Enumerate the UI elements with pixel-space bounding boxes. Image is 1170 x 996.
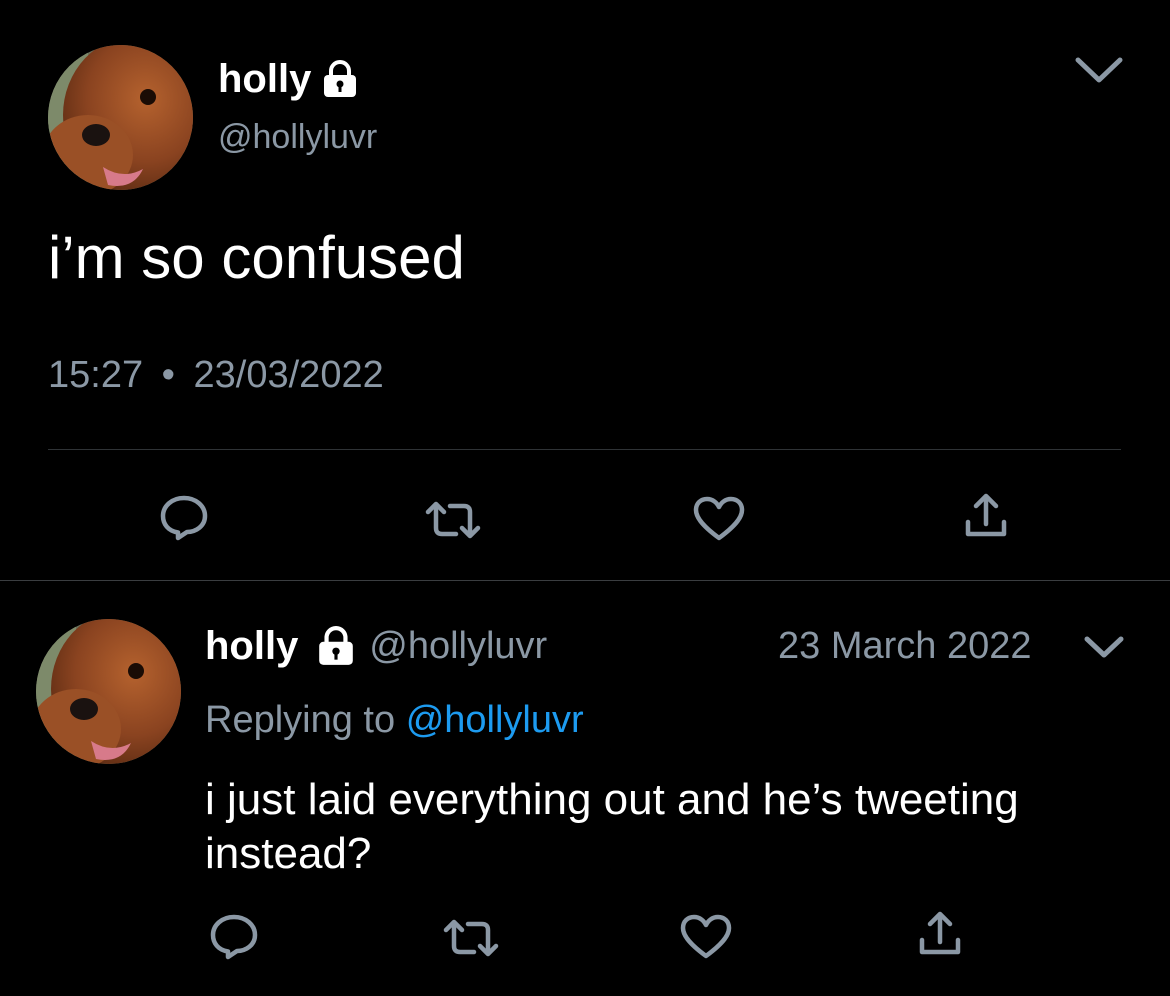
avatar[interactable] xyxy=(48,45,193,190)
chevron-down-icon[interactable] xyxy=(1083,634,1125,660)
retweet-icon[interactable] xyxy=(424,500,482,540)
chevron-down-icon[interactable] xyxy=(1074,55,1124,85)
lock-icon xyxy=(320,60,360,98)
heart-icon[interactable] xyxy=(692,496,746,542)
reply-text: i just laid everything out and he’s twee… xyxy=(205,773,1019,881)
tweet-date: 23/03/2022 xyxy=(193,354,384,396)
reply-header: holly @hollyluvr xyxy=(205,622,547,670)
divider xyxy=(48,449,1121,450)
section-divider xyxy=(0,580,1170,581)
reply-avatar[interactable] xyxy=(36,619,181,764)
reply-icon[interactable] xyxy=(158,494,210,542)
tweet-timestamp[interactable]: 15:27 • 23/03/2022 xyxy=(48,353,384,397)
tweet-text: i’m so confused xyxy=(48,224,465,291)
reply-display-name[interactable]: holly xyxy=(205,624,298,668)
heart-icon[interactable] xyxy=(679,914,733,960)
separator-dot: • xyxy=(161,354,175,396)
reply-text-line: instead? xyxy=(205,829,372,878)
replying-to-handle[interactable]: @hollyluvr xyxy=(406,699,584,741)
replying-to: Replying to @hollyluvr xyxy=(205,697,584,743)
display-name[interactable]: holly xyxy=(218,56,311,102)
reply-date[interactable]: 23 March 2022 xyxy=(778,622,1032,670)
reply-handle[interactable]: @hollyluvr xyxy=(369,625,547,667)
replying-to-label: Replying to xyxy=(205,699,396,741)
tweet-time: 15:27 xyxy=(48,354,144,396)
reply-icon[interactable] xyxy=(208,913,260,961)
reply-text-line: i just laid everything out and he’s twee… xyxy=(205,775,1019,824)
share-icon[interactable] xyxy=(914,910,966,960)
handle[interactable]: @hollyluvr xyxy=(218,117,377,157)
lock-icon xyxy=(315,626,357,666)
share-icon[interactable] xyxy=(960,492,1012,542)
retweet-icon[interactable] xyxy=(442,918,500,958)
